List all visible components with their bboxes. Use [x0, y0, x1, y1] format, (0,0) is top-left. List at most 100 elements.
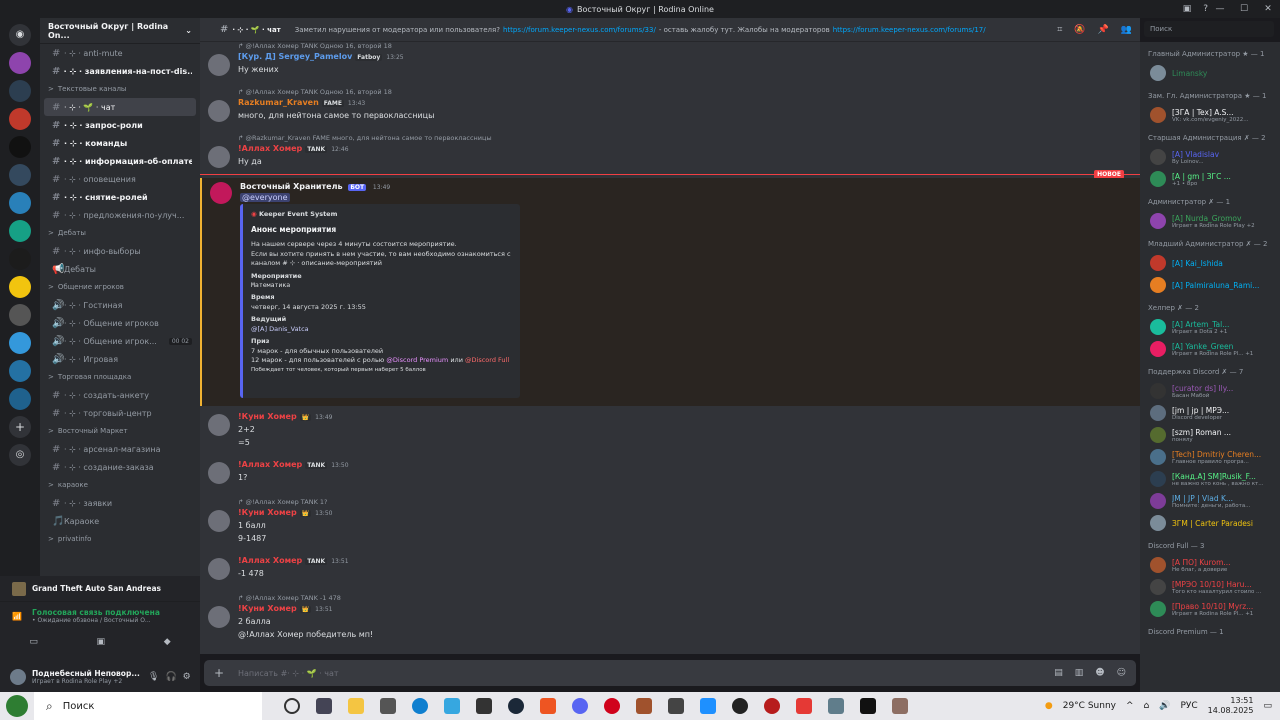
author-name[interactable]: [Кур. Д] Sergey_Pamelov	[238, 52, 352, 61]
discord-icon[interactable]	[572, 698, 588, 714]
reply-preview[interactable]: ↱ @!Аллах Хомер TANK -1 478	[238, 594, 341, 602]
author-name[interactable]: !Аллах Хомер	[238, 460, 302, 469]
app-icon[interactable]	[636, 698, 652, 714]
taskbar-search[interactable]: ⌕ Поиск	[34, 692, 262, 720]
yandex-icon[interactable]	[540, 698, 556, 714]
threads-icon[interactable]: ⌗	[1057, 25, 1062, 35]
server-icon[interactable]	[9, 332, 31, 354]
channel-item[interactable]: 🔊 · ⊹ · Игровая	[44, 350, 196, 368]
avatar[interactable]	[208, 606, 230, 628]
pin-icon[interactable]: 📌	[1098, 25, 1109, 35]
author-name[interactable]: Восточный Хранитель	[240, 182, 343, 191]
add-server-icon[interactable]: +	[9, 416, 31, 438]
member-item[interactable]: [A ПО] Kurom... Не благ, а доверие	[1140, 554, 1280, 576]
server-header[interactable]: Восточный Округ | Rodina On... ⌄	[40, 18, 200, 44]
member-item[interactable]: [A] Nurda_Gromov Играет в Rodina Role Pla…	[1140, 210, 1280, 232]
member-item[interactable]: [curator ds] Ily... Басан Мабой	[1140, 380, 1280, 402]
gear-icon[interactable]: ⚙	[183, 672, 191, 682]
topic-link-2[interactable]: https://forum.keeper-nexus.com/forums/17…	[833, 26, 986, 34]
author-name[interactable]: Razkumar_Kraven	[238, 98, 319, 107]
app-icon[interactable]	[700, 698, 716, 714]
channel-item[interactable]: # · ⊹ · торговый-центр	[44, 404, 196, 422]
avatar[interactable]	[210, 182, 232, 204]
reply-preview[interactable]: ↱ @!Аллах Хомер TANK 1?	[238, 498, 327, 506]
gift-icon[interactable]: ▤	[1054, 668, 1063, 678]
topic-link-1[interactable]: https://forum.keeper-nexus.com/forums/33…	[503, 26, 656, 34]
network-icon[interactable]: ⌂	[1144, 701, 1150, 711]
calculator-icon[interactable]	[668, 698, 684, 714]
member-item[interactable]: [МРЭО 10/10] Haru... Того кто нахалтурил …	[1140, 576, 1280, 598]
headphones-icon[interactable]: 🎧	[165, 672, 176, 682]
avatar[interactable]	[208, 510, 230, 532]
author-name[interactable]: !Куни Хомер	[238, 508, 297, 517]
microphone-icon[interactable]: 🎙	[148, 672, 159, 682]
server-icon[interactable]	[9, 136, 31, 158]
store-icon[interactable]	[476, 698, 492, 714]
channel-category[interactable]: > караоке	[40, 476, 200, 494]
channel-item[interactable]: # · ⊹ · оповещения	[44, 170, 196, 188]
inbox-icon[interactable]: ▣	[1183, 0, 1192, 18]
member-item[interactable]: [A] Yanke_Green Играет в Rodina Role Pl..…	[1140, 338, 1280, 360]
notification-icon[interactable]: ▭	[1263, 701, 1272, 711]
member-item[interactable]: [ЗГА | Tex] A.S... VK: vk.com/evgeniy_202…	[1140, 104, 1280, 126]
channel-category[interactable]: > Восточный Маркет	[40, 422, 200, 440]
channel-item[interactable]: # · ⊹ · снятие-ролей	[44, 188, 196, 206]
member-item[interactable]: [A] Artem_Tal... Играет в Dota 2 +1	[1140, 316, 1280, 338]
author-name[interactable]: !Аллах Хомер	[238, 556, 302, 565]
member-item[interactable]: [Канд.A] SM]Rusik_F... не важно кто конь …	[1140, 468, 1280, 490]
channel-item[interactable]: # · ⊹ · инфо-выборы	[44, 242, 196, 260]
close-button[interactable]: ✕	[1256, 0, 1280, 18]
reply-preview[interactable]: ↱ @!Аллах Хомер TANK Одною 16, второй 18	[238, 88, 392, 96]
channel-item[interactable]: # · ⊹ · создание-заказа	[44, 458, 196, 476]
server-icon[interactable]	[9, 164, 31, 186]
channel-item[interactable]: # · ⊹ · информация-об-оплате	[44, 152, 196, 170]
clock[interactable]: 13:51 14.08.2025	[1208, 696, 1254, 715]
search-input[interactable]: Поиск	[1144, 21, 1274, 37]
add-attachment-icon[interactable]: +	[214, 666, 224, 680]
voice-channel[interactable]: • Ожидание обзвона / Восточный О...	[32, 617, 188, 624]
weather-text[interactable]: 29°C Sunny	[1063, 701, 1116, 711]
start-icon[interactable]	[6, 695, 28, 717]
channel-item[interactable]: 🔊 · ⊹ · Общение игрок... 00 02	[44, 332, 196, 350]
role-mention-full[interactable]: @Discord Full	[465, 356, 509, 364]
app-icon[interactable]	[764, 698, 780, 714]
video-icon[interactable]: ▭	[29, 637, 38, 647]
minimize-button[interactable]: —	[1208, 0, 1232, 18]
member-item[interactable]: [A] Kai_Ishida	[1140, 252, 1280, 274]
explorer-icon[interactable]	[348, 698, 364, 714]
channel-item[interactable]: 🔊 · ⊹ · Общение игроков	[44, 314, 196, 332]
channel-item[interactable]: # · ⊹ · запрос-роли	[44, 116, 196, 134]
emoji-icon[interactable]: ☺	[1117, 668, 1126, 678]
edge-icon[interactable]	[412, 698, 428, 714]
reply-preview[interactable]: ↱ @!Аллах Хомер TANK Одною 16, второй 18	[238, 42, 392, 50]
channel-category[interactable]: > privatinfo	[40, 530, 200, 548]
server-icon[interactable]	[9, 80, 31, 102]
app-icon[interactable]	[732, 698, 748, 714]
tray-chevron-icon[interactable]: ^	[1126, 701, 1134, 711]
member-item[interactable]: [A] Vladislav By Loinov...	[1140, 146, 1280, 168]
author-name[interactable]: !Куни Хомер	[238, 412, 297, 421]
server-icon[interactable]	[9, 276, 31, 298]
channel-item[interactable]: # · ⊹ · заявления-на-пост-dis...	[44, 62, 196, 80]
widgets-icon[interactable]	[316, 698, 332, 714]
gif-icon[interactable]: ▥	[1075, 668, 1084, 678]
members-icon[interactable]: 👥	[1121, 25, 1132, 35]
channel-item[interactable]: # · ⊹ · anti-mute	[44, 44, 196, 62]
channel-item[interactable]: # · ⊹ · создать-анкету	[44, 386, 196, 404]
mail-icon[interactable]	[380, 698, 396, 714]
explore-icon[interactable]: ◎	[9, 444, 31, 466]
volume-icon[interactable]: 🔊	[1159, 701, 1170, 711]
server-icon[interactable]	[9, 388, 31, 410]
everyone-mention[interactable]: @everyone	[240, 193, 290, 202]
channel-item[interactable]: 📢 Дебаты	[44, 260, 196, 278]
opera-icon[interactable]	[604, 698, 620, 714]
game-icon[interactable]	[892, 698, 908, 714]
channel-item[interactable]: # · ⊹ · 🌱 · чат	[44, 98, 196, 116]
sticker-icon[interactable]: ☻	[1095, 668, 1104, 678]
server-icon[interactable]	[9, 108, 31, 130]
channel-item[interactable]: 🔊 · ⊹ · Гостиная	[44, 296, 196, 314]
member-item[interactable]: [Право 10/10] Myrz... Играет в Rodina Rol…	[1140, 598, 1280, 620]
member-item[interactable]: ЗГМ | Carter Paradesi	[1140, 512, 1280, 534]
terminal-icon[interactable]	[860, 698, 876, 714]
activity-icon[interactable]: ◆	[164, 637, 171, 647]
